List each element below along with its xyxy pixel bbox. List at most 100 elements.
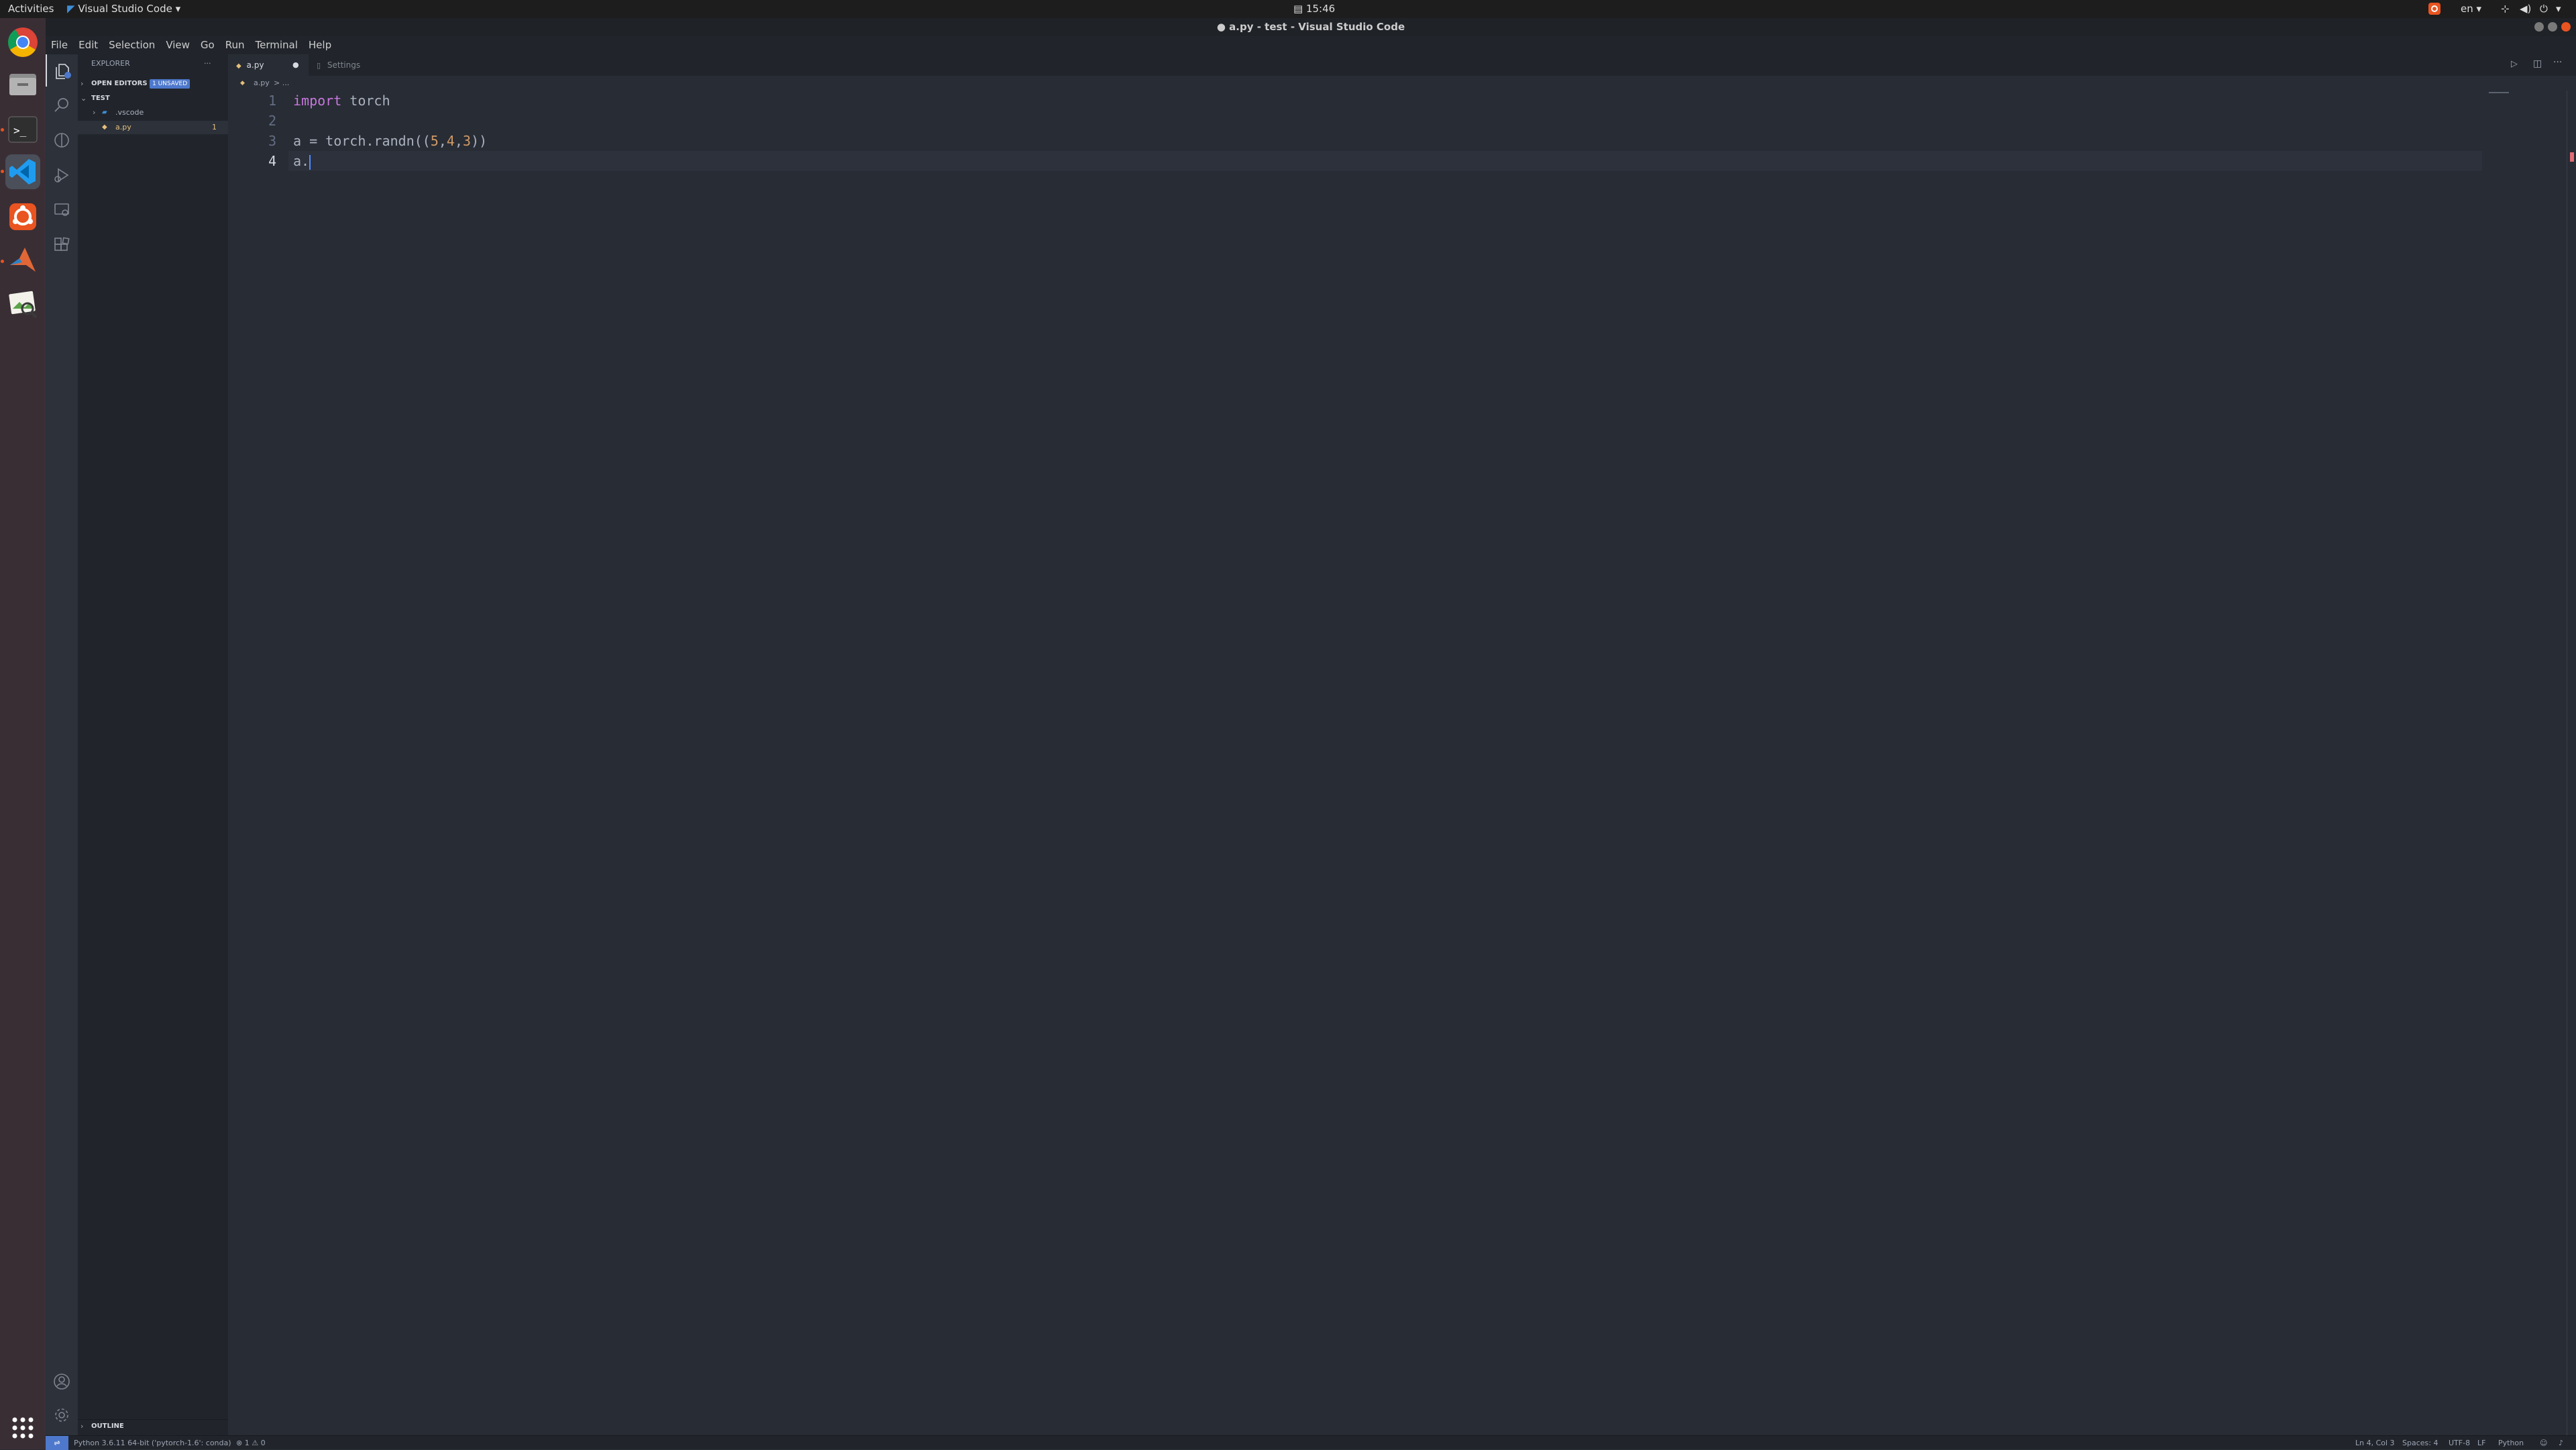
- code-editor[interactable]: 1 import torch 2 3 a = torch.randn((5,4,3)) 4…: [228, 91, 2576, 1435]
- tab-a-py[interactable]: ◆ a.py ●: [228, 54, 309, 76]
- volume-icon[interactable]: ◀): [2520, 0, 2531, 18]
- line-number: 2: [268, 113, 276, 129]
- chevron-right-icon: ›: [93, 108, 96, 117]
- activities-button[interactable]: Activities: [8, 0, 54, 18]
- matlab-app-icon[interactable]: [5, 243, 40, 278]
- extensions-icon[interactable]: [46, 229, 78, 261]
- close-button[interactable]: [2561, 22, 2571, 32]
- warning-icon: ⚠: [252, 1439, 259, 1447]
- tab-label: a.py: [246, 60, 264, 70]
- minimize-button[interactable]: [2534, 22, 2544, 32]
- chevron-down-icon: ▾: [175, 3, 181, 15]
- tab-settings[interactable]: ▯ Settings: [309, 54, 416, 76]
- ubuntu-software-app-icon[interactable]: [5, 199, 40, 234]
- activity-bar: [46, 54, 78, 1435]
- indentation[interactable]: Spaces: 4: [2402, 1436, 2438, 1450]
- menu-edit[interactable]: Edit: [73, 36, 103, 54]
- minimap-slider: [2489, 92, 2509, 93]
- breadcrumb-rest[interactable]: > ...: [274, 76, 289, 91]
- menu-run[interactable]: Run: [220, 36, 250, 54]
- gear-icon[interactable]: [46, 1399, 78, 1431]
- notifications-bell-icon[interactable]: ♪: [2559, 1436, 2563, 1450]
- vertical-scrollbar[interactable]: [2567, 91, 2576, 1435]
- app-menu[interactable]: ◤ Visual Studio Code ▾: [67, 0, 180, 18]
- code-token: ,: [454, 133, 463, 149]
- breadcrumb: ◆ a.py > ...: [228, 76, 2576, 91]
- tab-label: Settings: [327, 60, 361, 70]
- tree-item-label: .vscode: [115, 108, 144, 117]
- files-app-icon[interactable]: [5, 66, 40, 101]
- remote-indicator[interactable]: ⇌: [46, 1436, 68, 1450]
- menu-selection[interactable]: Selection: [103, 36, 160, 54]
- code-line[interactable]: 2: [228, 111, 2482, 131]
- open-editors-header[interactable]: › OPEN EDITORS 1 UNSAVED: [78, 77, 228, 91]
- code-token: ,: [438, 133, 447, 149]
- explorer-icon[interactable]: [46, 54, 78, 87]
- number-token: 3: [462, 133, 471, 149]
- code-line[interactable]: 4 a.: [228, 151, 2482, 171]
- text-cursor: [309, 154, 311, 170]
- source-control-icon[interactable]: [46, 124, 78, 156]
- chevron-down-icon[interactable]: ▾: [2556, 0, 2561, 18]
- search-icon[interactable]: [46, 89, 78, 121]
- error-count: 1: [244, 1439, 250, 1447]
- folder-label: TEST: [91, 95, 110, 102]
- tree-item-vscode-folder[interactable]: › ▰ .vscode: [78, 106, 228, 119]
- menu-view[interactable]: View: [160, 36, 195, 54]
- run-debug-icon[interactable]: [46, 159, 78, 191]
- remote-explorer-icon[interactable]: [46, 194, 78, 226]
- app-menu-label: Visual Studio Code: [78, 3, 172, 15]
- more-actions-icon[interactable]: ···: [204, 57, 211, 70]
- show-applications-icon[interactable]: [5, 1410, 40, 1445]
- window-titlebar[interactable]: ● a.py - test - Visual Studio Code: [46, 18, 2576, 36]
- minimap[interactable]: [2489, 91, 2563, 1435]
- outline-label: OUTLINE: [91, 1422, 124, 1430]
- terminal-app-icon[interactable]: >_: [5, 112, 40, 147]
- feedback-icon[interactable]: ☺: [2540, 1436, 2547, 1450]
- chrome-app-icon[interactable]: [5, 25, 40, 60]
- running-indicator: [1, 170, 4, 173]
- folder-header-test[interactable]: ⌄ TEST: [78, 92, 228, 105]
- python-file-icon: ◆: [102, 123, 107, 131]
- code-line[interactable]: 1 import torch: [228, 91, 2482, 111]
- menu-help[interactable]: Help: [303, 36, 337, 54]
- end-of-line[interactable]: LF: [2477, 1436, 2485, 1450]
- open-editors-label: OPEN EDITORS: [91, 80, 148, 87]
- power-icon[interactable]: ⏻: [2540, 0, 2548, 18]
- window-title: ● a.py - test - Visual Studio Code: [1216, 21, 1405, 33]
- calendar-icon: ▤: [1293, 3, 1303, 15]
- explorer-badge: [64, 72, 71, 79]
- menu-terminal[interactable]: Terminal: [250, 36, 303, 54]
- explorer-title: EXPLORER: [91, 59, 130, 68]
- image-viewer-app-icon[interactable]: [5, 287, 40, 321]
- encoding[interactable]: UTF-8: [2449, 1436, 2470, 1450]
- outline-header[interactable]: › OUTLINE: [78, 1419, 228, 1433]
- chevron-right-icon: ›: [80, 1422, 84, 1431]
- python-interpreter[interactable]: Python 3.6.11 64-bit ('pytorch-1.6': con…: [74, 1436, 231, 1450]
- menu-go[interactable]: Go: [195, 36, 220, 54]
- accounts-icon[interactable]: [46, 1365, 78, 1398]
- language-mode[interactable]: Python: [2498, 1436, 2524, 1450]
- unsaved-dot-icon[interactable]: ●: [292, 54, 299, 76]
- code-text: a.: [293, 151, 311, 171]
- network-icon[interactable]: ⊹: [2501, 0, 2510, 18]
- language-label: en: [2461, 3, 2473, 15]
- problems-indicator[interactable]: ⊗ 1 ⚠ 0: [236, 1436, 266, 1450]
- vscode-app-icon[interactable]: [5, 154, 40, 189]
- cursor-position[interactable]: Ln 4, Col 3: [2355, 1436, 2395, 1450]
- status-bar: ⇌ Python 3.6.11 64-bit ('pytorch-1.6': c…: [46, 1435, 2576, 1450]
- chevron-right-icon: ›: [80, 79, 84, 88]
- vscode-small-icon: ◤: [67, 3, 75, 15]
- code-line[interactable]: 3a = torch.randn((5,4,3)): [228, 131, 2482, 151]
- clock[interactable]: ▤ 15:46: [1293, 0, 1335, 18]
- code-token: torch: [341, 93, 390, 109]
- run-python-file-icon[interactable]: ▷: [2511, 59, 2518, 69]
- tree-item-a-py[interactable]: ◆ a.py 1: [78, 121, 228, 134]
- menu-file[interactable]: File: [46, 36, 73, 54]
- split-editor-icon[interactable]: ◫: [2533, 58, 2542, 69]
- language-indicator[interactable]: en ▾: [2461, 0, 2481, 18]
- maximize-button[interactable]: [2548, 22, 2557, 32]
- running-indicator: [1, 128, 4, 132]
- breadcrumb-file[interactable]: a.py: [254, 76, 270, 91]
- more-actions-icon[interactable]: ···: [2553, 57, 2562, 68]
